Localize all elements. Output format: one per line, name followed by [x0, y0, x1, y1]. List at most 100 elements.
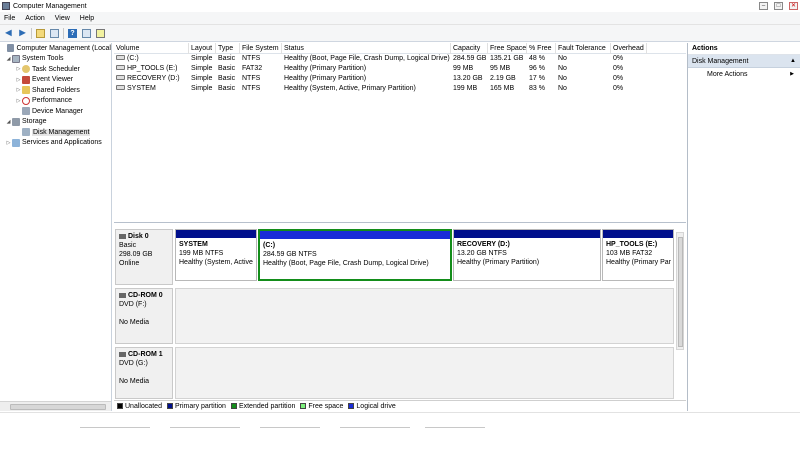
overhead-cell: 0% — [613, 85, 624, 92]
disk-0-row[interactable]: Disk 0 Basic 298.09 GB Online SYSTEM 199… — [114, 229, 674, 285]
volume-name: RECOVERY (D:) — [127, 75, 180, 82]
tree-item-storage[interactable]: ◢ Storage — [0, 117, 111, 128]
table-row[interactable]: HP_TOOLS (E:) Simple Basic FAT32 Healthy… — [114, 64, 686, 74]
legend-swatch — [300, 403, 307, 409]
partition-hp-tools[interactable]: HP_TOOLS (E:) 103 MB FAT32 Healthy (Prim… — [602, 229, 674, 281]
column-header-volume[interactable]: Volume — [114, 43, 189, 54]
volume-name: HP_TOOLS (E:) — [127, 65, 178, 72]
disk-0-label[interactable]: Disk 0 Basic 298.09 GB Online — [115, 229, 173, 285]
volume-icon — [116, 65, 125, 70]
collapse-triangle-icon[interactable]: ◢ — [5, 119, 12, 125]
menu-help[interactable]: Help — [80, 15, 94, 22]
column-header-overhead[interactable]: Overhead — [611, 43, 647, 54]
column-header-status[interactable]: Status — [282, 43, 451, 54]
primary-partition-bar — [603, 230, 673, 238]
tree-horizontal-scrollbar[interactable] — [0, 401, 111, 411]
menu-action[interactable]: Action — [25, 15, 44, 22]
column-header-type[interactable]: Type — [216, 43, 240, 54]
column-header-fault-tolerance[interactable]: Fault Tolerance — [556, 43, 611, 54]
legend-extended: Extended partition — [230, 403, 296, 410]
tree-item-performance[interactable]: ▷ Performance — [0, 96, 111, 107]
tree-item-event-viewer[interactable]: ▷ Event Viewer — [0, 75, 111, 86]
disk-name: CD-ROM 0 — [128, 292, 163, 299]
partition-size: 13.20 GB NTFS — [457, 250, 507, 257]
column-header-free-space[interactable]: Free Space — [488, 43, 527, 54]
tree-item-label: Disk Management — [32, 128, 91, 136]
help-icon[interactable]: ? — [67, 28, 78, 39]
status-divider — [260, 427, 320, 428]
table-row[interactable]: SYSTEM Simple Basic NTFS Healthy (System… — [114, 84, 686, 94]
tree-item-system-tools[interactable]: ◢ System Tools — [0, 54, 111, 65]
back-arrow-icon[interactable]: ◀ — [3, 28, 14, 39]
fault-tolerance-cell: No — [558, 85, 567, 92]
logical-drive-bar — [260, 231, 450, 239]
expand-triangle-icon[interactable]: ▷ — [15, 87, 22, 93]
cdrom-0-area — [175, 288, 674, 344]
expand-triangle-icon[interactable]: ▷ — [15, 66, 22, 72]
storage-icon — [12, 117, 20, 126]
actions-pane: Actions Disk Management ▲ More Actions ▶ — [687, 43, 800, 411]
partition-system[interactable]: SYSTEM 199 MB NTFS Healthy (System, Acti… — [175, 229, 257, 281]
actions-section-disk-management[interactable]: Disk Management ▲ — [688, 55, 800, 68]
tree-item-disk-management[interactable]: Disk Management — [0, 127, 111, 138]
minimize-button[interactable]: – — [759, 2, 768, 10]
column-header-percent-free[interactable]: % Free — [527, 43, 556, 54]
cdrom-1-label[interactable]: CD-ROM 1 DVD (G:) No Media — [115, 347, 173, 399]
tree-item-device-manager[interactable]: Device Manager — [0, 106, 111, 117]
title-bar: Computer Management – □ ✕ — [0, 0, 800, 12]
console-icon[interactable] — [95, 28, 106, 39]
cdrom-0-label[interactable]: CD-ROM 0 DVD (F:) No Media — [115, 288, 173, 344]
table-row[interactable]: RECOVERY (D:) Simple Basic NTFS Healthy … — [114, 74, 686, 84]
tree-item-shared-folders[interactable]: ▷ Shared Folders — [0, 85, 111, 96]
column-header-layout[interactable]: Layout — [189, 43, 216, 54]
expand-triangle-icon[interactable]: ▷ — [15, 98, 22, 104]
disk-view-vertical-scrollbar[interactable] — [676, 232, 684, 350]
maximize-button[interactable]: □ — [774, 2, 783, 10]
type-cell: Basic — [218, 55, 236, 62]
collapse-triangle-icon[interactable]: ◢ — [5, 56, 12, 62]
show-hide-tree-icon[interactable] — [49, 28, 60, 39]
expand-triangle-icon[interactable]: ▷ — [5, 140, 12, 146]
menu-file[interactable]: File — [4, 15, 15, 22]
scrollbar-thumb[interactable] — [678, 237, 683, 347]
tree-item-computer-management[interactable]: Computer Management (Local — [0, 43, 111, 54]
cdrom-0-row[interactable]: CD-ROM 0 DVD (F:) No Media — [114, 288, 674, 344]
partition-c[interactable]: (C:) 284.59 GB NTFS Healthy (Boot, Page … — [258, 229, 452, 281]
type-cell: Basic — [218, 65, 236, 72]
layout-cell: Simple — [191, 75, 213, 82]
expand-triangle-icon[interactable]: ▷ — [15, 77, 22, 83]
volume-list: Volume Layout Type File System Status Ca… — [114, 43, 686, 223]
partition-name: RECOVERY (D:) — [457, 241, 510, 248]
partition-recovery[interactable]: RECOVERY (D:) 13.20 GB NTFS Healthy (Pri… — [453, 229, 601, 281]
volume-cell: SYSTEM — [114, 84, 189, 94]
menu-view[interactable]: View — [55, 15, 70, 22]
cdrom-1-row[interactable]: CD-ROM 1 DVD (G:) No Media — [114, 347, 674, 399]
disk-management-icon — [22, 128, 30, 137]
status-bar — [0, 412, 800, 450]
media-state: No Media — [119, 319, 149, 326]
partition-name: (C:) — [263, 242, 276, 249]
disk-type: Basic — [119, 242, 137, 249]
fault-tolerance-cell: No — [558, 75, 567, 82]
scrollbar-thumb[interactable] — [10, 404, 106, 410]
table-row[interactable]: (C:) Simple Basic NTFS Healthy (Boot, Pa… — [114, 54, 686, 64]
tree-item-task-scheduler[interactable]: ▷ Task Scheduler — [0, 64, 111, 75]
tree-item-services-applications[interactable]: ▷ Services and Applications — [0, 138, 111, 149]
more-actions-item[interactable]: More Actions ▶ — [688, 68, 800, 81]
drive-letter: DVD (G:) — [119, 360, 148, 367]
cdrom-icon — [119, 293, 126, 298]
legend-swatch — [166, 403, 173, 409]
window-controls: – □ ✕ — [759, 2, 798, 10]
forward-arrow-icon[interactable]: ▶ — [17, 28, 28, 39]
legend-label: Extended partition — [238, 403, 296, 410]
column-header-capacity[interactable]: Capacity — [451, 43, 488, 54]
column-header-file-system[interactable]: File System — [240, 43, 282, 54]
legend-swatch — [230, 403, 237, 409]
up-folder-icon[interactable] — [35, 28, 46, 39]
partition-name: SYSTEM — [179, 241, 208, 248]
collapse-chevron-icon[interactable]: ▲ — [790, 55, 796, 68]
disk-size: 298.09 GB — [119, 251, 153, 258]
properties-icon[interactable] — [81, 28, 92, 39]
close-button[interactable]: ✕ — [789, 2, 798, 10]
capacity-cell: 284.59 GB — [453, 55, 487, 62]
